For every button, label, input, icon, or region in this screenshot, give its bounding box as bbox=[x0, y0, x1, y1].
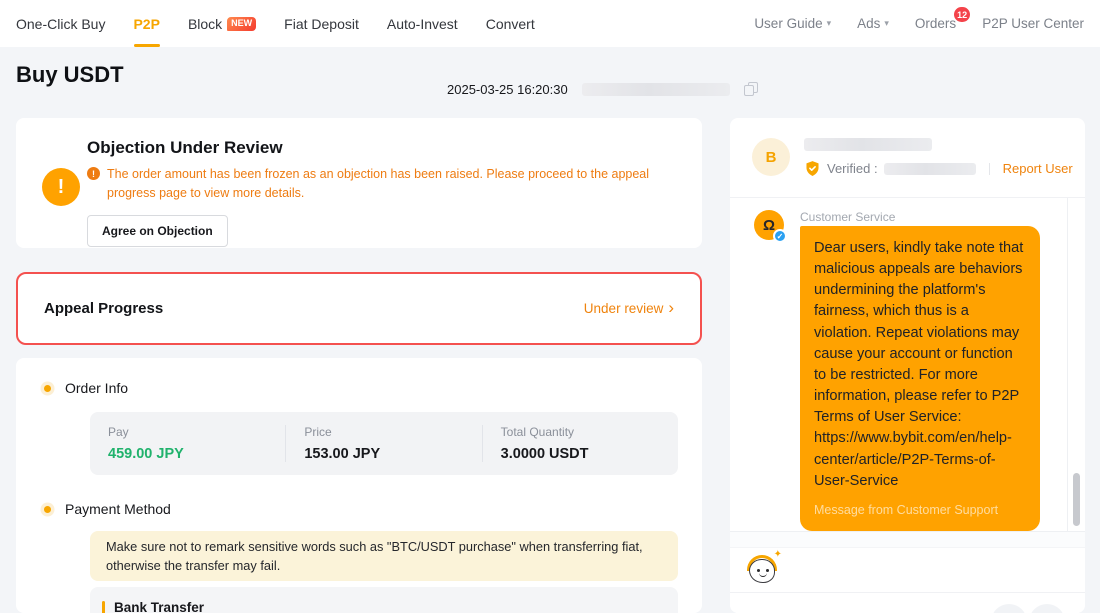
vertical-divider bbox=[989, 163, 990, 175]
nav-user-guide[interactable]: User Guide ▾ bbox=[754, 16, 831, 31]
chat-area: Ω ✓ Customer Service Dear users, kindly … bbox=[730, 198, 1085, 532]
top-nav: One-Click Buy P2P Block NEW Fiat Deposit… bbox=[0, 0, 1100, 47]
order-col-pay: Pay 459.00 JPY bbox=[90, 425, 285, 462]
order-info-box: Pay 459.00 JPY Price 153.00 JPY Total Qu… bbox=[90, 412, 678, 475]
chat-message-text: Dear users, kindly take note that malici… bbox=[814, 238, 1026, 492]
quick-action-button[interactable] bbox=[991, 604, 1027, 613]
agree-on-objection-button[interactable]: Agree on Objection bbox=[87, 215, 228, 247]
customer-service-avatar: Ω ✓ bbox=[754, 210, 784, 240]
payment-method-title: Payment Method bbox=[65, 501, 171, 517]
nav-block[interactable]: Block NEW bbox=[188, 0, 256, 47]
verified-name-redacted bbox=[884, 163, 976, 175]
pay-label: Pay bbox=[108, 425, 285, 439]
nav-orders[interactable]: Orders 12 bbox=[915, 16, 956, 31]
verified-check-icon: ✓ bbox=[773, 229, 787, 243]
order-timestamp: 2025-03-25 16:20:30 bbox=[447, 82, 568, 97]
payment-notice: Make sure not to remark sensitive words … bbox=[90, 531, 678, 581]
orders-count-badge: 12 bbox=[954, 7, 970, 22]
chat-panel: B Verified : Report User Ω ✓ Customer Se… bbox=[730, 118, 1085, 613]
appeal-progress-title: Appeal Progress bbox=[44, 300, 163, 317]
order-details-card: Order Info Pay 459.00 JPY Price 153.00 J… bbox=[16, 358, 702, 613]
chevron-right-icon: › bbox=[668, 299, 674, 316]
bank-transfer-label: Bank Transfer bbox=[114, 600, 204, 613]
appeal-status-link[interactable]: Under review › bbox=[584, 301, 674, 316]
seller-name-redacted bbox=[804, 138, 932, 151]
order-number-redacted bbox=[582, 83, 730, 96]
verified-row: Verified : Report User bbox=[804, 160, 1073, 177]
seller-avatar[interactable]: B bbox=[752, 138, 790, 176]
chat-message-footer: Message from Customer Support bbox=[814, 501, 1026, 519]
user-guide-label: User Guide bbox=[754, 16, 822, 31]
objection-warning: ! The order amount has been frozen as an… bbox=[87, 165, 678, 204]
chat-message-bubble: Dear users, kindly take note that malici… bbox=[800, 226, 1040, 531]
nav-ads[interactable]: Ads ▾ bbox=[857, 16, 889, 31]
nav-right: User Guide ▾ Ads ▾ Orders 12 P2P User Ce… bbox=[754, 16, 1084, 31]
objection-title: Objection Under Review bbox=[87, 138, 678, 158]
warning-dot-icon: ! bbox=[87, 167, 100, 180]
appeal-progress-card[interactable]: Appeal Progress Under review › bbox=[16, 272, 702, 345]
page-title: Buy USDT bbox=[16, 62, 124, 88]
total-quantity-value: 3.0000 USDT bbox=[501, 446, 678, 462]
copy-icon[interactable] bbox=[744, 82, 758, 96]
caret-down-icon: ▾ bbox=[827, 18, 832, 29]
quick-action-button[interactable] bbox=[1029, 604, 1065, 613]
order-col-price: Price 153.00 JPY bbox=[285, 425, 481, 462]
order-col-total-quantity: Total Quantity 3.0000 USDT bbox=[482, 425, 678, 462]
order-info-title: Order Info bbox=[65, 380, 128, 396]
objection-warning-text: The order amount has been frozen as an o… bbox=[107, 165, 678, 204]
nav-p2p-user-center[interactable]: P2P User Center bbox=[982, 16, 1084, 31]
nav-left: One-Click Buy P2P Block NEW Fiat Deposit… bbox=[16, 0, 535, 47]
orange-bullet-icon bbox=[44, 506, 51, 513]
orange-bar-icon bbox=[102, 601, 105, 613]
price-value: 153.00 JPY bbox=[304, 446, 481, 462]
chat-input-row bbox=[730, 593, 1085, 613]
chat-messages: Ω ✓ Customer Service Dear users, kindly … bbox=[730, 198, 1068, 531]
orders-label: Orders bbox=[915, 16, 956, 31]
bot-face-icon bbox=[749, 559, 775, 583]
order-meta-row: 2025-03-25 16:20:30 bbox=[447, 80, 758, 98]
support-bot-row: ✦ bbox=[730, 547, 1085, 593]
new-badge: NEW bbox=[227, 17, 256, 31]
sparkle-icon: ✦ bbox=[774, 549, 782, 560]
nav-auto-invest[interactable]: Auto-Invest bbox=[387, 0, 458, 47]
ads-label: Ads bbox=[857, 16, 880, 31]
nav-one-click-buy[interactable]: One-Click Buy bbox=[16, 0, 105, 47]
nav-convert[interactable]: Convert bbox=[486, 0, 535, 47]
report-user-link[interactable]: Report User bbox=[1003, 161, 1073, 176]
verified-shield-icon bbox=[804, 160, 821, 177]
customer-service-name: Customer Service bbox=[800, 210, 895, 224]
total-quantity-label: Total Quantity bbox=[501, 425, 678, 439]
caret-down-icon: ▾ bbox=[884, 18, 889, 29]
chat-bottom-strip bbox=[730, 532, 1085, 547]
orange-bullet-icon bbox=[44, 385, 51, 392]
chat-scrollbar[interactable] bbox=[1073, 473, 1080, 526]
payment-method-section-head: Payment Method bbox=[44, 501, 702, 517]
nav-fiat-deposit[interactable]: Fiat Deposit bbox=[284, 0, 359, 47]
pay-value: 459.00 JPY bbox=[108, 446, 285, 462]
seller-header: B Verified : Report User bbox=[730, 118, 1085, 198]
order-info-section-head: Order Info bbox=[44, 358, 702, 396]
seller-info: Verified : Report User bbox=[804, 138, 1073, 177]
price-label: Price bbox=[304, 425, 481, 439]
nav-p2p[interactable]: P2P bbox=[133, 0, 159, 47]
bank-transfer-box[interactable]: Bank Transfer bbox=[90, 587, 678, 613]
warning-circle-icon: ! bbox=[42, 168, 80, 206]
verified-label: Verified : bbox=[827, 161, 878, 176]
headset-icon: Ω bbox=[763, 217, 775, 234]
appeal-status-text: Under review bbox=[584, 301, 664, 316]
nav-block-label: Block bbox=[188, 16, 222, 32]
objection-body: Objection Under Review ! The order amoun… bbox=[87, 138, 678, 247]
objection-card: ! Objection Under Review ! The order amo… bbox=[16, 118, 702, 248]
support-bot-icon[interactable]: ✦ bbox=[744, 552, 782, 588]
